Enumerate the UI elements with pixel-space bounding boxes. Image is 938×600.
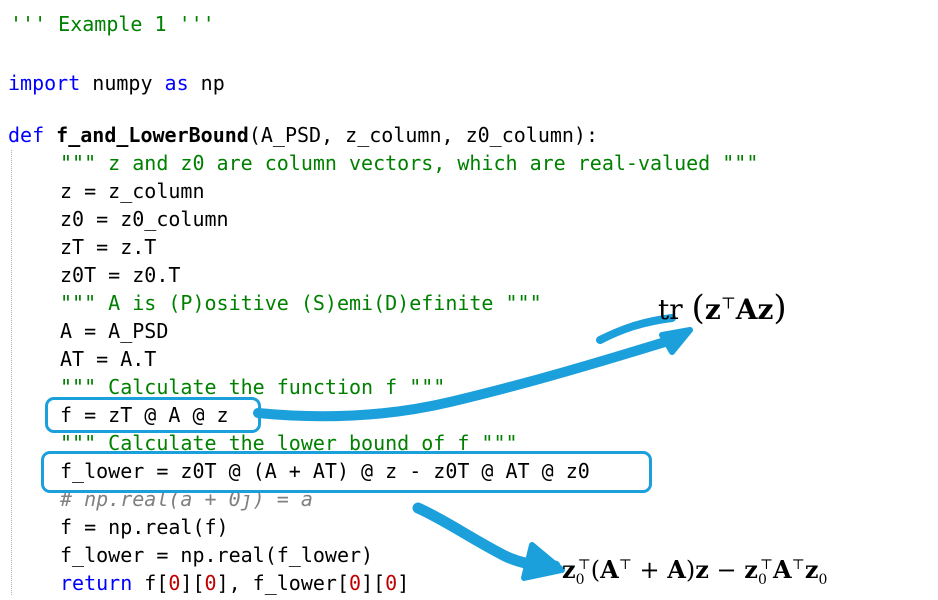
- formula-subscript: 0: [575, 571, 585, 588]
- formula-paren: ): [685, 556, 696, 584]
- formula-z0: z: [562, 555, 576, 584]
- formula-subscript: 0: [818, 571, 828, 588]
- formula-z0: z: [804, 555, 819, 584]
- formula-paren: ): [773, 288, 787, 328]
- formula-minus: −: [708, 556, 745, 584]
- formula-paren: (: [590, 556, 601, 584]
- formula-subscript: 0: [757, 571, 767, 588]
- formula-A: A: [600, 555, 619, 584]
- formula-transpose: ⊤: [720, 293, 736, 313]
- trace-formula: tr (z⊤Az): [658, 288, 787, 328]
- formula-z: z: [757, 293, 774, 326]
- arrow-head-trace: [659, 327, 693, 355]
- arrow-to-trace: [253, 333, 683, 422]
- formula-z: z: [695, 555, 709, 584]
- formula-z: z: [704, 293, 721, 326]
- lower-bound-formula: z0⊤(A⊤ + A)z − z0⊤A⊤z0: [562, 555, 827, 588]
- screenshot-canvas: ''' Example 1 ''' import numpy as np def…: [0, 0, 938, 600]
- formula-paren: (: [691, 288, 705, 328]
- formula-transpose: ⊤: [791, 557, 805, 573]
- arrow-head-lower-bound: [521, 542, 565, 581]
- formula-transpose: ⊤: [577, 557, 591, 573]
- trace-operator: tr: [658, 293, 683, 326]
- formula-A: A: [773, 555, 792, 584]
- formula-plus: +: [631, 556, 668, 584]
- formula-A: A: [667, 555, 686, 584]
- formula-transpose: ⊤: [759, 557, 774, 573]
- formula-z0: z: [744, 555, 758, 584]
- formula-transpose: ⊤: [618, 557, 632, 573]
- annotation-arrows: [253, 314, 693, 581]
- formula-A: A: [735, 293, 758, 326]
